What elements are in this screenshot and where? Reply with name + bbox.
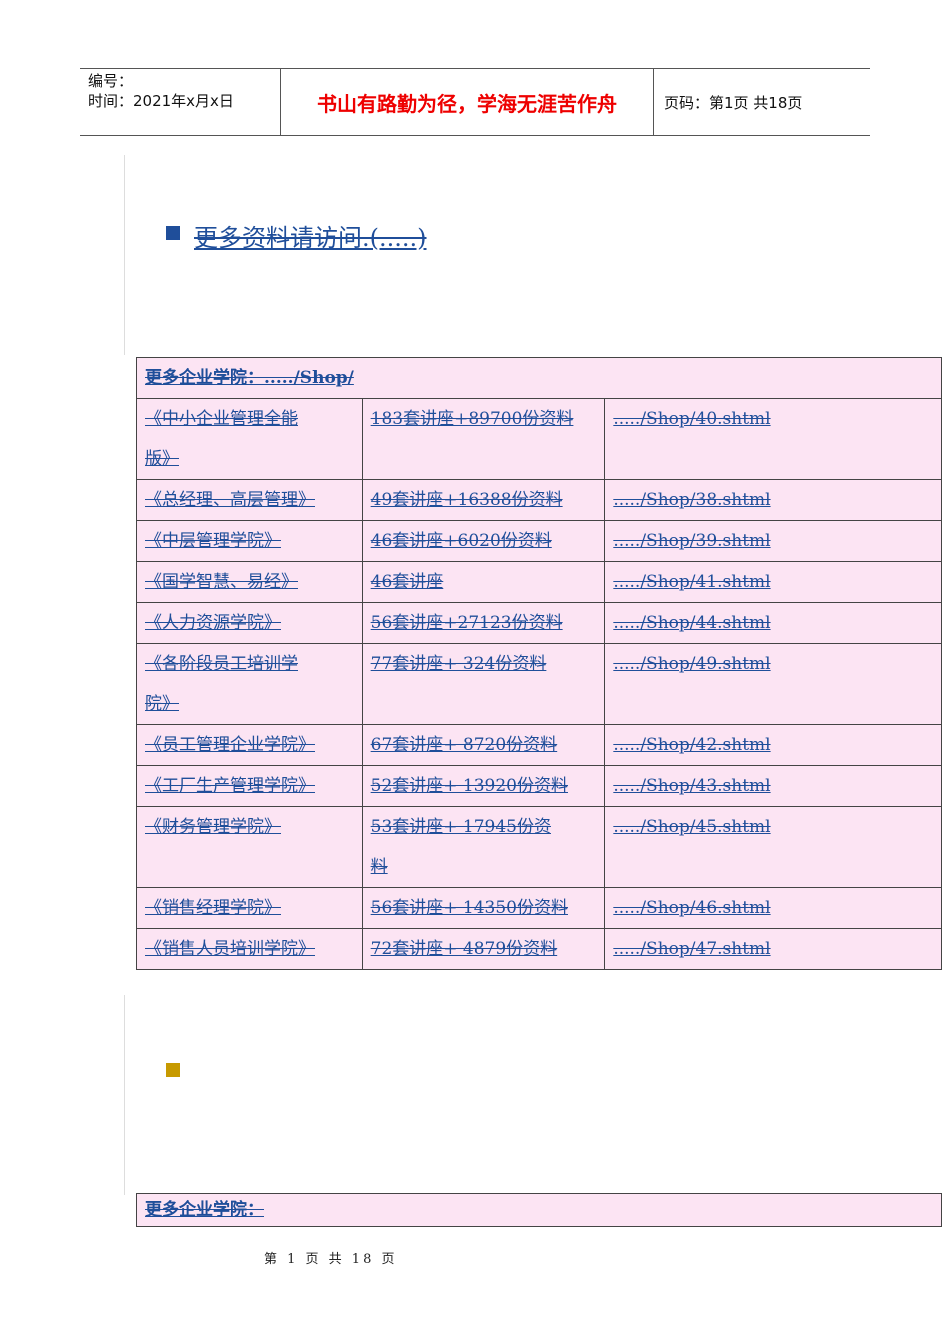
academy-desc-link[interactable]: 46套讲座+6020份资料 bbox=[371, 531, 552, 551]
table-cell: 77套讲座+ 324份资料 bbox=[361, 643, 606, 725]
table-cell: 46套讲座 bbox=[361, 561, 606, 603]
table-cell: ...../Shop/42.shtml bbox=[604, 724, 942, 766]
table-cell: 《财务管理学院》 bbox=[136, 806, 363, 888]
table-cell: ...../Shop/44.shtml bbox=[604, 602, 942, 644]
more-resources-link[interactable]: 更多资料请访问.(.....) bbox=[194, 218, 427, 253]
table-cell: 《总经理、高层管理》 bbox=[136, 479, 363, 521]
academy-name-link[interactable]: 《各阶段员工培训学 bbox=[145, 654, 298, 674]
academy-name-link[interactable]: 院》 bbox=[145, 694, 179, 714]
shop-link[interactable]: 更多企业学院：...../Shop/ bbox=[145, 368, 354, 388]
table-cell: ...../Shop/40.shtml bbox=[604, 398, 942, 480]
square-bullet-icon bbox=[166, 226, 180, 240]
table-cell: 67套讲座+ 8720份资料 bbox=[361, 724, 606, 766]
academy-name-link[interactable]: 《国学智慧、易经》 bbox=[145, 572, 298, 592]
table-cell: ...../Shop/43.shtml bbox=[604, 765, 942, 807]
academy-table: 更多企业学院：...../Shop/ 《中小企业管理全能 版》 183套讲座+897… bbox=[136, 357, 942, 970]
academy-url-link[interactable]: ...../Shop/44.shtml bbox=[613, 613, 770, 633]
academy-name-link[interactable]: 《总经理、高层管理》 bbox=[145, 490, 315, 510]
table-cell: 56套讲座+27123份资料 bbox=[361, 602, 606, 644]
shop-link-2[interactable]: 更多企业学院： bbox=[145, 1200, 264, 1220]
academy-url-link[interactable]: ...../Shop/49.shtml bbox=[613, 654, 770, 674]
academy-url-link[interactable]: ...../Shop/40.shtml bbox=[613, 409, 770, 429]
margin-line bbox=[124, 995, 125, 1195]
table-cell: ...../Shop/46.shtml bbox=[604, 887, 942, 929]
table-cell: 《中层管理学院》 bbox=[136, 520, 363, 562]
time-label: 时间：2021年x月x日 bbox=[88, 92, 234, 110]
academy-desc-link[interactable]: 52套讲座+ 13920份资料 bbox=[371, 776, 568, 796]
academy-url-link[interactable]: ...../Shop/38.shtml bbox=[613, 490, 770, 510]
square-bullet-icon bbox=[166, 1063, 180, 1077]
academy-url-link[interactable]: ...../Shop/45.shtml bbox=[613, 817, 770, 837]
table-cell: 183套讲座+89700份资料 bbox=[361, 398, 606, 480]
table-header-row: 更多企业学院：...../Shop/ bbox=[136, 357, 942, 399]
academy-desc-link[interactable]: 67套讲座+ 8720份资料 bbox=[371, 735, 558, 755]
table-cell: 《中小企业管理全能 版》 bbox=[136, 398, 363, 480]
table-row: 《各阶段员工培训学 院》 77套讲座+ 324份资料 ...../Shop/49.sh… bbox=[136, 643, 942, 725]
table-cell: 《员工管理企业学院》 bbox=[136, 724, 363, 766]
academy-name-link[interactable]: 《员工管理企业学院》 bbox=[145, 735, 315, 755]
academy-desc-link[interactable]: 56套讲座+27123份资料 bbox=[371, 613, 563, 633]
academy-url-link[interactable]: ...../Shop/42.shtml bbox=[613, 735, 770, 755]
academy-name-link[interactable]: 《工厂生产管理学院》 bbox=[145, 776, 315, 796]
table-cell: 《销售人员培训学院》 bbox=[136, 928, 363, 970]
academy-name-link[interactable]: 《中小企业管理全能 bbox=[145, 409, 298, 429]
table-cell: 《各阶段员工培训学 院》 bbox=[136, 643, 363, 725]
academy-url-link[interactable]: ...../Shop/41.shtml bbox=[613, 572, 770, 592]
table-row: 《国学智慧、易经》 46套讲座 ...../Shop/41.shtml bbox=[136, 561, 942, 603]
academy-name-link[interactable]: 《销售经理学院》 bbox=[145, 898, 281, 918]
table-cell: 53套讲座+ 17945份资料 bbox=[361, 806, 606, 888]
academy-desc-link[interactable]: 46套讲座 bbox=[371, 572, 444, 592]
academy-name-link[interactable]: 版》 bbox=[145, 449, 179, 469]
table-cell: 《人力资源学院》 bbox=[136, 602, 363, 644]
academy-desc-link[interactable]: 料 bbox=[371, 857, 388, 877]
academy-name-link[interactable]: 《人力资源学院》 bbox=[145, 613, 281, 633]
table-cell: 《工厂生产管理学院》 bbox=[136, 765, 363, 807]
academy-desc-link[interactable]: 53套讲座+ 17945份资 bbox=[371, 817, 551, 837]
academy-desc-link[interactable]: 77套讲座+ 324份资料 bbox=[371, 654, 547, 674]
academy-desc-link[interactable]: 49套讲座+16388份资料 bbox=[371, 490, 563, 510]
table-cell: 56套讲座+ 14350份资料 bbox=[361, 887, 606, 929]
table-cell: ...../Shop/38.shtml bbox=[604, 479, 942, 521]
page-label: 页码：第1页 共18页 bbox=[664, 93, 803, 112]
table-cell: ...../Shop/49.shtml bbox=[604, 643, 942, 725]
table-cell: 《国学智慧、易经》 bbox=[136, 561, 363, 603]
academy-url-link[interactable]: ...../Shop/39.shtml bbox=[613, 531, 770, 551]
academy-desc-link[interactable]: 183套讲座+89700份资料 bbox=[371, 409, 574, 429]
table-row: 《工厂生产管理学院》 52套讲座+ 13920份资料 ...../Shop/43.s… bbox=[136, 765, 942, 807]
academy-url-link[interactable]: ...../Shop/46.shtml bbox=[613, 898, 770, 918]
number-label: 编号： bbox=[88, 72, 134, 90]
academy-table-2: 更多企业学院： bbox=[136, 1193, 942, 1227]
margin-line bbox=[124, 155, 125, 355]
table-cell: 52套讲座+ 13920份资料 bbox=[361, 765, 606, 807]
academy-name-link[interactable]: 《财务管理学院》 bbox=[145, 817, 281, 837]
table-cell: 72套讲座+ 4879份资料 bbox=[361, 928, 606, 970]
page-header: 编号： 时间：2021年x月x日 书山有路勤为径，学海无涯苦作舟 页码：第1页 … bbox=[80, 68, 870, 136]
table-cell: ...../Shop/45.shtml bbox=[604, 806, 942, 888]
table-cell: 49套讲座+16388份资料 bbox=[361, 479, 606, 521]
table-cell: ...../Shop/41.shtml bbox=[604, 561, 942, 603]
academy-url-link[interactable]: ...../Shop/43.shtml bbox=[613, 776, 770, 796]
header-meta: 编号： 时间：2021年x月x日 bbox=[80, 69, 281, 135]
table-row: 《中小企业管理全能 版》 183套讲座+89700份资料 ...../Shop/40.… bbox=[136, 398, 942, 480]
table-row: 《销售人员培训学院》 72套讲座+ 4879份资料 ...../Shop/47.sh… bbox=[136, 928, 942, 970]
page-footer: 第 1 页 共 18 页 bbox=[264, 1252, 398, 1267]
academy-desc-link[interactable]: 56套讲座+ 14350份资料 bbox=[371, 898, 568, 918]
motto: 书山有路勤为径，学海无涯苦作舟 bbox=[281, 69, 654, 135]
table-row: 《销售经理学院》 56套讲座+ 14350份资料 ...../Shop/46.sht… bbox=[136, 887, 942, 929]
table-cell: 46套讲座+6020份资料 bbox=[361, 520, 606, 562]
table-row: 《总经理、高层管理》 49套讲座+16388份资料 ...../Shop/38.sh… bbox=[136, 479, 942, 521]
table-cell: ...../Shop/47.shtml bbox=[604, 928, 942, 970]
academy-desc-link[interactable]: 72套讲座+ 4879份资料 bbox=[371, 939, 558, 959]
academy-name-link[interactable]: 《销售人员培训学院》 bbox=[145, 939, 315, 959]
table-row: 《人力资源学院》 56套讲座+27123份资料 ...../Shop/44.shtm… bbox=[136, 602, 942, 644]
table-cell: 《销售经理学院》 bbox=[136, 887, 363, 929]
table-row: 《中层管理学院》 46套讲座+6020份资料 ...../Shop/39.shtm… bbox=[136, 520, 942, 562]
table-row: 《财务管理学院》 53套讲座+ 17945份资料 ...../Shop/45.sh… bbox=[136, 806, 942, 888]
table-cell: ...../Shop/39.shtml bbox=[604, 520, 942, 562]
table-row: 《员工管理企业学院》 67套讲座+ 8720份资料 ...../Shop/42.sh… bbox=[136, 724, 942, 766]
academy-name-link[interactable]: 《中层管理学院》 bbox=[145, 531, 281, 551]
academy-url-link[interactable]: ...../Shop/47.shtml bbox=[613, 939, 770, 959]
